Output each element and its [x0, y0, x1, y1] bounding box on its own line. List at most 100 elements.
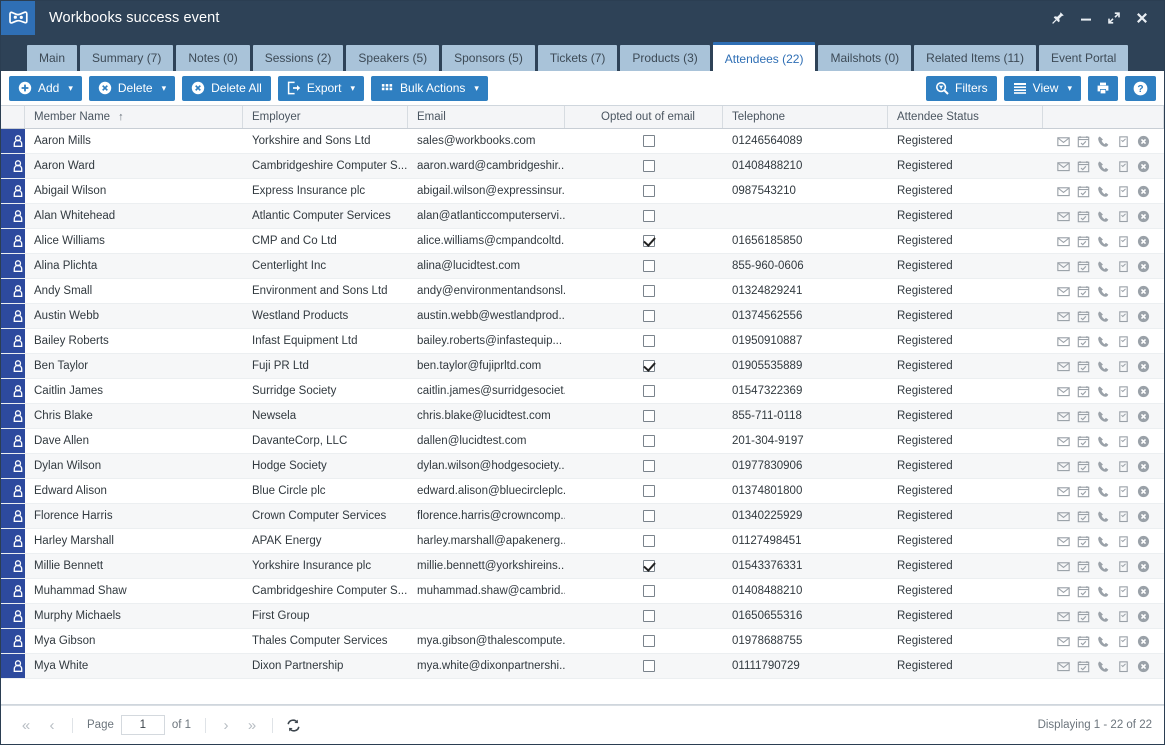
table-row[interactable]: Florence Harris Crown Computer Services fl…	[1, 504, 1164, 529]
cell-opted-out-of-email[interactable]	[565, 654, 723, 678]
person-icon[interactable]	[1, 479, 25, 503]
email-icon[interactable]	[1057, 435, 1070, 448]
table-row[interactable]: Aaron Mills Yorkshire and Sons Ltd sales@w…	[1, 129, 1164, 154]
tab-related-items-11[interactable]: Related Items (11)	[914, 45, 1036, 71]
cell-opted-out-of-email[interactable]	[565, 354, 723, 378]
person-icon[interactable]	[1, 179, 25, 203]
table-row[interactable]: Austin Webb Westland Products austin.webb@…	[1, 304, 1164, 329]
person-icon[interactable]	[1, 379, 25, 403]
opted-out-checkbox[interactable]	[642, 485, 655, 497]
delete-circle-icon[interactable]	[1137, 460, 1150, 473]
email-icon[interactable]	[1057, 610, 1070, 623]
opted-out-checkbox[interactable]	[642, 610, 655, 622]
cell-opted-out-of-email[interactable]	[565, 329, 723, 353]
phone-icon[interactable]	[1097, 460, 1110, 473]
calendar-icon[interactable]	[1077, 460, 1090, 473]
close-icon[interactable]	[1129, 5, 1155, 31]
cell-opted-out-of-email[interactable]	[565, 429, 723, 453]
delete-circle-icon[interactable]	[1137, 435, 1150, 448]
calendar-icon[interactable]	[1077, 185, 1090, 198]
person-icon[interactable]	[1, 504, 25, 528]
column-header-icon[interactable]	[1, 106, 25, 128]
person-icon[interactable]	[1, 329, 25, 353]
cell-opted-out-of-email[interactable]	[565, 604, 723, 628]
cell-opted-out-of-email[interactable]	[565, 279, 723, 303]
delete-circle-icon[interactable]	[1137, 185, 1150, 198]
table-row[interactable]: Alice Williams CMP and Co Ltd alice.willia…	[1, 229, 1164, 254]
calendar-icon[interactable]	[1077, 160, 1090, 173]
person-icon[interactable]	[1, 629, 25, 653]
calendar-icon[interactable]	[1077, 235, 1090, 248]
email-icon[interactable]	[1057, 535, 1070, 548]
table-row[interactable]: Muhammad Shaw Cambridgeshire Computer S..…	[1, 579, 1164, 604]
email-icon[interactable]	[1057, 360, 1070, 373]
email-icon[interactable]	[1057, 260, 1070, 273]
task-icon[interactable]	[1117, 585, 1130, 598]
email-icon[interactable]	[1057, 485, 1070, 498]
first-page-button[interactable]: «	[13, 713, 39, 737]
opted-out-checkbox[interactable]	[642, 335, 655, 347]
table-row[interactable]: Millie Bennett Yorkshire Insurance plc mil…	[1, 554, 1164, 579]
person-icon[interactable]	[1, 454, 25, 478]
task-icon[interactable]	[1117, 210, 1130, 223]
person-icon[interactable]	[1, 304, 25, 328]
person-icon[interactable]	[1, 654, 25, 678]
email-icon[interactable]	[1057, 210, 1070, 223]
cell-opted-out-of-email[interactable]	[565, 254, 723, 278]
calendar-icon[interactable]	[1077, 310, 1090, 323]
person-icon[interactable]	[1, 279, 25, 303]
task-icon[interactable]	[1117, 610, 1130, 623]
delete-circle-icon[interactable]	[1137, 210, 1150, 223]
cell-opted-out-of-email[interactable]	[565, 154, 723, 178]
person-icon[interactable]	[1, 404, 25, 428]
calendar-icon[interactable]	[1077, 535, 1090, 548]
delete-circle-icon[interactable]	[1137, 285, 1150, 298]
calendar-icon[interactable]	[1077, 435, 1090, 448]
tab-event-portal[interactable]: Event Portal	[1038, 45, 1129, 71]
bulk-actions-button[interactable]: Bulk Actions ▾	[371, 75, 488, 101]
table-row[interactable]: Abigail Wilson Express Insurance plc abiga…	[1, 179, 1164, 204]
phone-icon[interactable]	[1097, 660, 1110, 673]
phone-icon[interactable]	[1097, 560, 1110, 573]
cell-opted-out-of-email[interactable]	[565, 479, 723, 503]
calendar-icon[interactable]	[1077, 610, 1090, 623]
cell-opted-out-of-email[interactable]	[565, 229, 723, 253]
calendar-icon[interactable]	[1077, 360, 1090, 373]
cell-opted-out-of-email[interactable]	[565, 579, 723, 603]
calendar-icon[interactable]	[1077, 560, 1090, 573]
phone-icon[interactable]	[1097, 535, 1110, 548]
phone-icon[interactable]	[1097, 485, 1110, 498]
calendar-icon[interactable]	[1077, 335, 1090, 348]
calendar-icon[interactable]	[1077, 660, 1090, 673]
person-icon[interactable]	[1, 204, 25, 228]
delete-circle-icon[interactable]	[1137, 635, 1150, 648]
task-icon[interactable]	[1117, 385, 1130, 398]
task-icon[interactable]	[1117, 510, 1130, 523]
opted-out-checkbox[interactable]	[642, 285, 655, 297]
calendar-icon[interactable]	[1077, 485, 1090, 498]
delete-circle-icon[interactable]	[1137, 160, 1150, 173]
phone-icon[interactable]	[1097, 610, 1110, 623]
add-button[interactable]: Add ▾	[9, 75, 82, 101]
delete-circle-icon[interactable]	[1137, 410, 1150, 423]
table-row[interactable]: Harley Marshall APAK Energy harley.marshal…	[1, 529, 1164, 554]
phone-icon[interactable]	[1097, 260, 1110, 273]
column-header-status[interactable]: Attendee Status	[888, 106, 1043, 128]
task-icon[interactable]	[1117, 360, 1130, 373]
tab-products-3[interactable]: Products (3)	[620, 45, 710, 71]
cell-opted-out-of-email[interactable]	[565, 529, 723, 553]
task-icon[interactable]	[1117, 185, 1130, 198]
delete-circle-icon[interactable]	[1137, 510, 1150, 523]
tab-sessions-2[interactable]: Sessions (2)	[252, 45, 344, 71]
email-icon[interactable]	[1057, 135, 1070, 148]
task-icon[interactable]	[1117, 335, 1130, 348]
export-button[interactable]: Export ▾	[277, 75, 365, 101]
opted-out-checkbox[interactable]	[642, 535, 655, 547]
person-icon[interactable]	[1, 129, 25, 153]
cell-opted-out-of-email[interactable]	[565, 629, 723, 653]
opted-out-checkbox[interactable]	[642, 360, 655, 372]
task-icon[interactable]	[1117, 460, 1130, 473]
phone-icon[interactable]	[1097, 160, 1110, 173]
email-icon[interactable]	[1057, 385, 1070, 398]
person-icon[interactable]	[1, 429, 25, 453]
